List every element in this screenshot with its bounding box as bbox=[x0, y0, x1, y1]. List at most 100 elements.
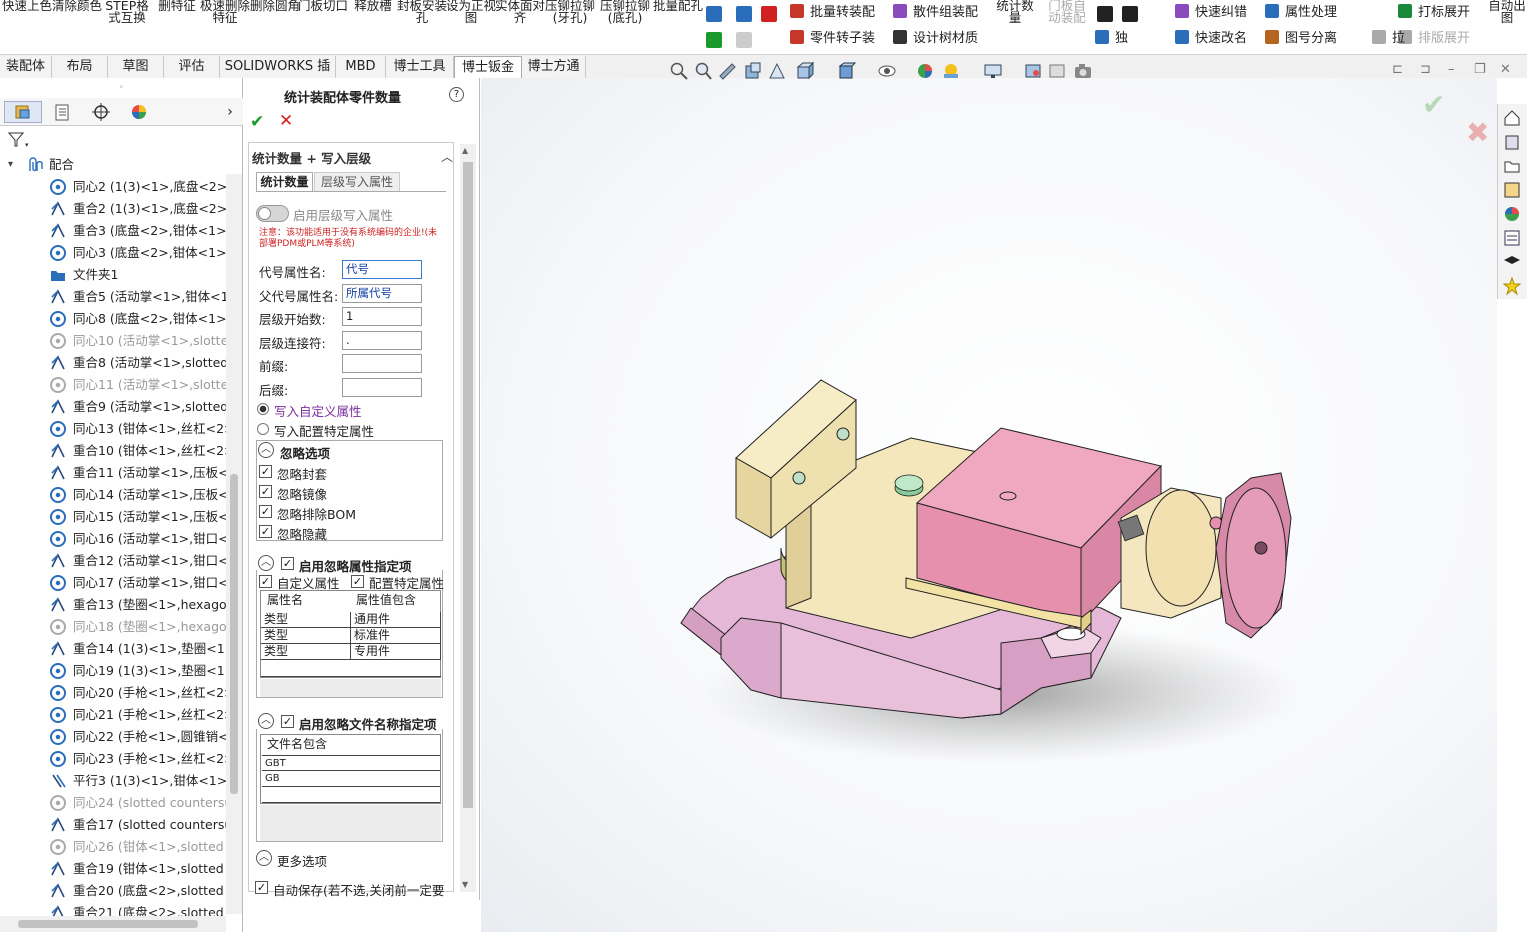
chevron-down-icon[interactable]: ▾ bbox=[8, 154, 13, 176]
toolbar-button-3[interactable]: 删特征 bbox=[152, 0, 202, 26]
tree-mate-row[interactable]: 重合13 (垫圈<1>,hexagon bbox=[0, 594, 226, 616]
tree-mate-row[interactable]: 同心15 (活动掌<1>,压板<1 bbox=[0, 506, 226, 528]
toggle-switch[interactable] bbox=[256, 205, 289, 222]
tree-mate-row[interactable]: 重合19 (钳体<1>,slotted co bbox=[0, 858, 226, 880]
grid-cell[interactable]: 通用件 bbox=[351, 612, 441, 628]
grid-cell[interactable]: 属性名 bbox=[264, 593, 352, 609]
tree-horizontal-scrollbar[interactable] bbox=[0, 916, 226, 932]
tree-mate-row[interactable]: 重合9 (活动掌<1>,slotted c bbox=[0, 396, 226, 418]
corner-alt-icon[interactable] bbox=[1122, 6, 1138, 22]
grid-cell[interactable]: 类型 bbox=[261, 612, 351, 628]
toolbar-small-5[interactable]: 门板自动装配 bbox=[1045, 0, 1089, 24]
property-manager-tab[interactable] bbox=[46, 101, 80, 123]
tree-mate-row[interactable]: 同心18 (垫圈<1>,hexagon bbox=[0, 616, 226, 638]
tree-mate-row[interactable]: 重合11 (活动掌<1>,压板<1 bbox=[0, 462, 226, 484]
tree-mate-row[interactable]: 重合14 (1(3)<1>,垫圈<1>) bbox=[0, 638, 226, 660]
toolbar-button-2[interactable]: STEP格式互换 bbox=[102, 0, 152, 26]
more-options-label[interactable]: 更多选项 bbox=[277, 851, 327, 870]
tab-6[interactable]: 博士工具 bbox=[386, 56, 454, 78]
enable-file-ignore-checkbox[interactable]: ✓ bbox=[281, 715, 294, 728]
autosave-checkbox[interactable]: ✓ bbox=[255, 881, 268, 894]
toolbar-small-8[interactable]: 快速改名 bbox=[1175, 30, 1247, 48]
ignore-checkbox[interactable]: ✓ bbox=[259, 465, 272, 478]
corner-icon[interactable] bbox=[1097, 6, 1113, 22]
tree-hscroll-thumb[interactable] bbox=[18, 920, 198, 928]
toolbar-button-10[interactable]: 实体面对齐 bbox=[495, 0, 545, 26]
field-input[interactable]: 代号 bbox=[342, 260, 422, 279]
more-options-icon[interactable]: ︿ bbox=[256, 850, 272, 866]
grid-blank-row[interactable] bbox=[261, 660, 441, 677]
pm-vertical-scrollbar[interactable]: ▲ ▼ bbox=[460, 144, 476, 892]
tree-mate-row[interactable]: 同心11 (活动掌<1>,slotted bbox=[0, 374, 226, 396]
scroll-up-icon[interactable]: ▲ bbox=[462, 146, 468, 155]
close-icon[interactable]: ✕ bbox=[1500, 62, 1511, 77]
field-input[interactable] bbox=[342, 354, 422, 373]
file-grid-row[interactable]: GBT bbox=[262, 755, 440, 771]
collapse-file-icon[interactable]: ︿ bbox=[258, 713, 274, 729]
tree-mate-row[interactable]: 同心19 (1(3)<1>,垫圈<1>) bbox=[0, 660, 226, 682]
pm-scroll-thumb[interactable] bbox=[463, 162, 473, 808]
toolbar-small-10[interactable]: 图号分离 bbox=[1265, 30, 1337, 48]
tree-mate-row[interactable]: 重合20 (底盘<2>,slotted co bbox=[0, 880, 226, 902]
vise-3d-model[interactable] bbox=[481, 78, 1497, 932]
tree-mate-row[interactable]: 文件夹1 bbox=[0, 264, 226, 286]
tree-mate-row[interactable]: 同心20 (手枪<1>,丝杠<2>) bbox=[0, 682, 226, 704]
toolbar-small-3[interactable]: 设计树材质 bbox=[893, 30, 978, 48]
toolbar-button-7[interactable]: 释放槽 bbox=[348, 0, 398, 26]
file-grid-row[interactable]: GB bbox=[262, 771, 440, 787]
toolbar-button-0[interactable]: 快速上色 bbox=[2, 0, 52, 26]
toolbar-button-13[interactable]: 批量配孔 bbox=[653, 0, 703, 26]
ok-check-icon[interactable]: ✔ bbox=[250, 112, 264, 132]
design-library-icon[interactable] bbox=[1502, 132, 1522, 152]
toolbar-small-1[interactable]: 零件转子装 bbox=[790, 30, 875, 48]
enable-prop-ignore-checkbox[interactable]: ✓ bbox=[281, 557, 294, 570]
tree-mate-row[interactable]: 同心3 (底盘<2>,钳体<1>) bbox=[0, 242, 226, 264]
home-icon[interactable] bbox=[1502, 108, 1522, 128]
view-palette-icon[interactable] bbox=[1502, 180, 1522, 200]
toolbar-button-5[interactable]: 删除圆角 bbox=[250, 0, 300, 26]
scroll-down-icon[interactable]: ▼ bbox=[462, 880, 468, 889]
disabled-icon[interactable] bbox=[736, 32, 752, 48]
custom-prop-checkbox[interactable]: ✓ bbox=[259, 575, 272, 588]
feature-tree-tab[interactable] bbox=[4, 101, 42, 123]
display-manager-tab[interactable] bbox=[122, 101, 156, 123]
toolbar-button-1[interactable]: 清除颜色 bbox=[52, 0, 102, 26]
learning-icon[interactable] bbox=[1502, 252, 1522, 272]
grid-cell[interactable]: 专用件 bbox=[351, 644, 441, 660]
toolbar-button-4[interactable]: 极速删除特征 bbox=[200, 0, 250, 26]
grid-cell[interactable]: 类型 bbox=[261, 628, 351, 644]
grid-cell[interactable]: 类型 bbox=[261, 644, 351, 660]
tree-mate-row[interactable]: 同心14 (活动掌<1>,压板<1 bbox=[0, 484, 226, 506]
tree-mate-row[interactable]: 同心17 (活动掌<1>,钳口<2 bbox=[0, 572, 226, 594]
grid-cell[interactable]: 标准件 bbox=[351, 628, 441, 644]
collapse-prop-icon[interactable]: ︿ bbox=[258, 555, 274, 571]
cancel-x-icon[interactable]: ✕ bbox=[279, 111, 293, 131]
config-prop-checkbox[interactable]: ✓ bbox=[351, 575, 364, 588]
help-icon[interactable]: ? bbox=[449, 87, 464, 102]
favorites-icon[interactable] bbox=[1502, 276, 1522, 296]
tab-7[interactable]: 博士钣金 bbox=[454, 56, 522, 78]
subtab-count[interactable]: 统计数量 bbox=[256, 172, 313, 191]
toolbar-button-9[interactable]: 设为正视图 bbox=[446, 0, 496, 26]
filter-icon[interactable]: ▾ bbox=[6, 130, 32, 150]
tab-2[interactable]: 草图 bbox=[108, 56, 164, 78]
tree-mate-row[interactable]: 同心10 (活动掌<1>,slotted bbox=[0, 330, 226, 352]
tree-root-mates[interactable]: ▾ 配合 bbox=[0, 154, 226, 176]
toolbar-button-8[interactable]: 封板安装孔 bbox=[397, 0, 447, 26]
tree-mate-row[interactable]: 同心8 (底盘<2>,钳体<1>) bbox=[0, 308, 226, 330]
tile-right-icon[interactable]: ⊐ bbox=[1420, 62, 1431, 77]
ignore-checkbox[interactable]: ✓ bbox=[259, 505, 272, 518]
minimize-icon[interactable]: – bbox=[1448, 62, 1455, 77]
collapse-ignore-icon[interactable]: ︿ bbox=[258, 442, 274, 458]
toolbar-small-14[interactable]: 自动出图 bbox=[1485, 0, 1527, 24]
tree-mate-row[interactable]: 重合2 (1(3)<1>,底盘<2>) bbox=[0, 198, 226, 220]
toolbar-small-9[interactable]: 属性处理 bbox=[1265, 4, 1337, 22]
tab-8[interactable]: 博士方通 bbox=[522, 56, 586, 78]
toolbar-small-12[interactable]: 排版展开 bbox=[1398, 30, 1470, 48]
tree-mate-row[interactable]: 同心2 (1(3)<1>,底盘<2>) bbox=[0, 176, 226, 198]
tree-mate-row[interactable]: 重合17 (slotted countersur bbox=[0, 814, 226, 836]
subtab-level-write[interactable]: 层级写入属性 bbox=[314, 172, 400, 191]
toolbar-small-11[interactable]: 打标展开 bbox=[1398, 4, 1470, 22]
toolbar-small-13[interactable]: 拉 bbox=[1372, 30, 1405, 48]
toolbar-small-0[interactable]: 批量转装配 bbox=[790, 4, 875, 22]
